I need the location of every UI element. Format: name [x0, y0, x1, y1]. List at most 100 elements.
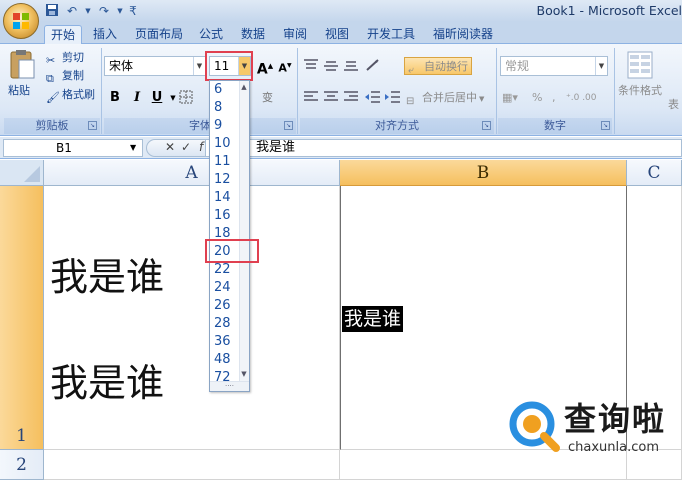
- percent-button[interactable]: %: [532, 89, 542, 107]
- currency-icon: ▦▾: [502, 91, 518, 104]
- resize-grip-icon[interactable]: ····: [210, 381, 249, 391]
- undo-icon[interactable]: ↶: [64, 3, 80, 19]
- clipboard-group-label: 剪贴板: [4, 118, 100, 134]
- tab-data[interactable]: 数据: [236, 25, 270, 44]
- enter-icon[interactable]: ✓: [181, 140, 191, 154]
- align-right-icon[interactable]: [342, 89, 362, 107]
- increase-decimal-button[interactable]: ⁺.0 .00: [566, 89, 597, 107]
- font-size-option[interactable]: 24: [211, 279, 239, 297]
- tab-foxit-reader[interactable]: 福昕阅读器: [428, 25, 498, 44]
- grow-font-label: A: [256, 61, 268, 78]
- cell-a1-text-line2: 我是谁: [50, 361, 165, 405]
- font-color-button[interactable]: 变: [262, 89, 282, 107]
- grow-font-button[interactable]: A▲: [256, 57, 274, 78]
- align-bottom-icon[interactable]: [342, 57, 362, 75]
- format-as-table-button[interactable]: 表: [668, 96, 679, 114]
- paste-icon[interactable]: [8, 48, 36, 80]
- save-icon[interactable]: [44, 3, 60, 19]
- cut-button[interactable]: ✂ 剪切: [46, 49, 84, 67]
- office-button[interactable]: [3, 3, 39, 39]
- tab-review[interactable]: 审阅: [278, 25, 312, 44]
- tab-developer[interactable]: 开发工具: [362, 25, 420, 44]
- column-header-a[interactable]: A: [44, 160, 340, 186]
- formula-input[interactable]: 我是谁: [205, 139, 682, 157]
- tab-home[interactable]: 开始: [44, 25, 82, 44]
- clipboard-launcher-icon[interactable]: ↘: [88, 121, 97, 130]
- font-size-option[interactable]: 11: [211, 153, 239, 171]
- alignment-group-label: 对齐方式: [300, 118, 494, 134]
- font-group-label: 字体: [104, 118, 296, 134]
- dropdown-scrollbar[interactable]: ▲ ▼: [239, 81, 249, 391]
- customize-quick-access-icon[interactable]: ₹: [128, 3, 138, 19]
- format-painter-button[interactable]: 🖌 格式刷: [46, 86, 95, 104]
- font-size-option[interactable]: 14: [211, 189, 239, 207]
- redo-icon[interactable]: ↷: [96, 3, 112, 19]
- row-header-1[interactable]: 1: [0, 186, 44, 450]
- select-all-corner[interactable]: [0, 160, 44, 186]
- comma-button[interactable]: ,: [552, 89, 556, 107]
- group-divider: [101, 48, 102, 134]
- font-name-value: 宋体: [109, 59, 134, 73]
- font-size-option[interactable]: 26: [211, 297, 239, 315]
- font-size-option[interactable]: 16: [211, 207, 239, 225]
- tab-insert[interactable]: 插入: [88, 25, 122, 44]
- chevron-down-icon[interactable]: ▼: [116, 3, 124, 19]
- name-box[interactable]: B1 ▼: [3, 139, 143, 157]
- wrap-text-button[interactable]: ⤶ 自动换行: [404, 57, 472, 76]
- align-center-icon[interactable]: [322, 89, 342, 107]
- merge-center-button[interactable]: ⊟ 合并后居中 ▼: [406, 89, 484, 107]
- column-header-c[interactable]: C: [627, 160, 682, 186]
- cell-a2[interactable]: [44, 450, 340, 480]
- number-format-value: 常规: [505, 59, 530, 73]
- currency-button[interactable]: ▦▾: [502, 89, 518, 107]
- font-launcher-icon[interactable]: ↘: [284, 121, 293, 130]
- font-size-option[interactable]: 22: [211, 261, 239, 279]
- tab-page-layout[interactable]: 页面布局: [130, 25, 188, 44]
- column-header-b[interactable]: B: [340, 160, 627, 186]
- increase-indent-icon[interactable]: [384, 89, 404, 107]
- borders-button[interactable]: [178, 89, 198, 107]
- number-format-combo[interactable]: 常规 ▼: [500, 56, 608, 76]
- orientation-icon[interactable]: [364, 57, 384, 75]
- align-middle-icon[interactable]: [322, 57, 342, 75]
- number-launcher-icon[interactable]: ↘: [601, 121, 610, 130]
- shrink-font-button[interactable]: A▼: [276, 57, 294, 75]
- scroll-down-icon[interactable]: ▼: [240, 370, 248, 378]
- font-size-option[interactable]: 9: [211, 117, 239, 135]
- font-size-option[interactable]: 10: [211, 135, 239, 153]
- tab-view[interactable]: 视图: [320, 25, 354, 44]
- group-divider: [297, 48, 298, 134]
- align-left-icon[interactable]: [302, 89, 322, 107]
- chevron-down-icon[interactable]: ▼: [595, 57, 607, 75]
- copy-button[interactable]: ⧉ 复制: [46, 67, 84, 85]
- font-size-option[interactable]: 28: [211, 315, 239, 333]
- bold-button[interactable]: B: [106, 89, 124, 107]
- font-size-option[interactable]: 8: [211, 99, 239, 117]
- alignment-launcher-icon[interactable]: ↘: [482, 121, 491, 130]
- cancel-icon[interactable]: ✕: [165, 140, 175, 154]
- watermark-text: 查询啦: [564, 400, 667, 438]
- scroll-up-icon[interactable]: ▲: [240, 83, 248, 91]
- chevron-down-icon[interactable]: ▼: [130, 140, 136, 156]
- conditional-format-button[interactable]: 条件格式: [618, 82, 662, 100]
- select-all-triangle-icon: [24, 166, 40, 182]
- fx-icon[interactable]: f: [199, 140, 203, 154]
- font-size-option[interactable]: 6: [211, 81, 239, 99]
- font-size-option[interactable]: 36: [211, 333, 239, 351]
- tab-formulas[interactable]: 公式: [194, 25, 228, 44]
- paste-button[interactable]: 粘贴: [8, 82, 30, 100]
- chevron-down-icon[interactable]: ▼: [84, 3, 92, 19]
- font-size-option[interactable]: 48: [211, 351, 239, 369]
- font-size-option[interactable]: 12: [211, 171, 239, 189]
- decrease-indent-icon[interactable]: [364, 89, 384, 107]
- format-painter-label: 格式刷: [62, 88, 95, 101]
- increase-decimal-icon: ⁺.0 .00: [566, 93, 597, 103]
- cell-a1[interactable]: [44, 186, 340, 450]
- chevron-down-icon[interactable]: ▼: [193, 57, 205, 75]
- conditional-format-icon[interactable]: [626, 50, 654, 80]
- italic-button[interactable]: I: [128, 89, 146, 107]
- font-name-combo[interactable]: 宋体 ▼: [104, 56, 206, 76]
- chevron-down-icon[interactable]: ▼: [479, 95, 484, 103]
- row-header-2[interactable]: 2: [0, 450, 44, 480]
- align-top-icon[interactable]: [302, 57, 322, 75]
